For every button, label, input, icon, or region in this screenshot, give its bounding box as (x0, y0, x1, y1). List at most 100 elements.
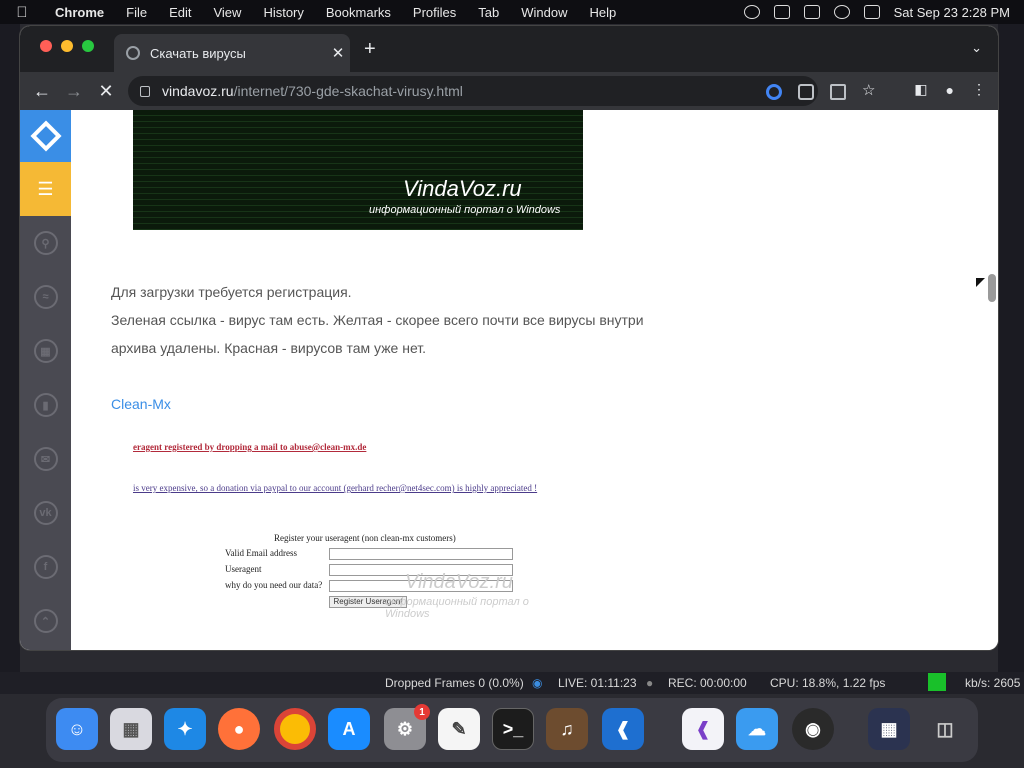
translate-icon[interactable] (798, 84, 814, 100)
share-icon[interactable] (830, 84, 846, 100)
site-sidebar: ☰ ⚲ ≈ ▦ ▮ ✉ vk f ⌃ (20, 110, 71, 650)
clean-mx-link[interactable]: Clean-Mx (111, 396, 171, 412)
toolbar-right: ◧ ● ⋮ (914, 81, 986, 98)
settings-badge: 1 (414, 704, 430, 720)
finder-icon[interactable]: ☺ (56, 708, 98, 750)
paragraph-links-2: архива удалены. Красная - вирусов там уж… (111, 340, 427, 356)
address-bar[interactable]: vindavoz.ru/internet/730-gde-skachat-vir… (128, 76, 818, 106)
stop-loading-button[interactable]: ✕ (90, 81, 122, 102)
obs-cpu: CPU: 18.8%, 1.22 fps (770, 676, 886, 690)
menu-app-name[interactable]: Chrome (44, 5, 115, 20)
page-scrollbar-thumb[interactable] (988, 274, 996, 302)
rec-icon: ● (646, 676, 654, 690)
profile-avatar-icon[interactable]: ● (946, 82, 954, 98)
obs-status-indicator (928, 673, 946, 691)
clean-mx-email-field (329, 548, 513, 560)
sidebar-item-scroll-top[interactable]: ⌃ (20, 594, 71, 648)
sidebar-item-search[interactable]: ⚲ (20, 216, 71, 270)
dock: ☺ ▦ ✦ ● A ⚙ 1 ✎ >_ ♫ ❰ ❰ ☁ ◉ ▦ ◫ (46, 698, 978, 762)
paragraph-links-1: Зеленая ссылка - вирус там есть. Желтая … (111, 312, 644, 328)
menu-tab[interactable]: Tab (467, 5, 510, 20)
browser-toolbar: ← → ✕ vindavoz.ru/internet/730-gde-skach… (20, 72, 998, 110)
app-store-icon[interactable]: A (328, 708, 370, 750)
minimize-window-button[interactable] (61, 40, 73, 52)
menu-bookmarks[interactable]: Bookmarks (315, 5, 402, 20)
clean-mx-donation-line: is very expensive, so a donation via pay… (133, 483, 538, 493)
article-content: VindaVoz.ru информационный портал о Wind… (91, 110, 991, 650)
vscode-icon[interactable]: ❰ (602, 708, 644, 750)
logo-icon (29, 120, 62, 152)
close-window-button[interactable] (40, 40, 52, 52)
google-lens-icon[interactable] (766, 84, 782, 100)
clean-mx-screenshot: eragent registered by dropping a mail to… (133, 430, 573, 620)
obs-status-bar: Dropped Frames 0 (0.0%) ◉ LIVE: 01:11:23… (0, 672, 1024, 694)
clean-mx-label-why: why do you need our data? (225, 580, 323, 590)
clean-mx-label-useragent: Useragent (225, 564, 262, 574)
tab-search-chevron-icon[interactable]: ⌄ (971, 40, 982, 56)
menu-history[interactable]: History (252, 5, 314, 20)
visual-studio-icon[interactable]: ❰ (682, 708, 724, 750)
search-icon: ⚲ (33, 231, 58, 255)
sidebar-item-menu[interactable]: ☰ (20, 162, 71, 216)
apple-menu-icon[interactable]:  (0, 4, 44, 21)
close-tab-icon[interactable]: ✕ (326, 44, 350, 62)
safari-icon[interactable]: ✦ (164, 708, 206, 750)
obs-icon[interactable]: ◉ (792, 708, 834, 750)
obs-rec-time: REC: 00:00:00 (668, 676, 747, 690)
sidebar-item-rss[interactable]: ≈ (20, 270, 71, 324)
system-settings-icon[interactable]: ⚙ 1 (384, 704, 430, 750)
clean-mx-watermark-subtitle: информационный портал о Windows (385, 596, 529, 620)
site-logo[interactable] (20, 110, 71, 162)
new-tab-button[interactable]: + (364, 38, 376, 61)
clean-mx-label-email: Valid Email address (225, 548, 297, 558)
forward-button[interactable]: → (58, 81, 90, 102)
url-path: /internet/730-gde-skachat-virusy.html (233, 83, 463, 99)
sidebar-item-facebook[interactable]: f (20, 540, 71, 594)
menu-file[interactable]: File (115, 5, 158, 20)
menu-bar:  Chrome File Edit View History Bookmark… (0, 0, 1024, 24)
obs-status-icon[interactable] (743, 5, 760, 19)
menu-profiles[interactable]: Profiles (402, 5, 467, 20)
image-watermark-subtitle: информационный портал о Windows (369, 204, 561, 216)
trash-icon[interactable]: ◫ (924, 708, 966, 750)
firefox-icon[interactable]: ● (218, 708, 260, 750)
sidebar-item-mail[interactable]: ✉ (20, 432, 71, 486)
web-page: ☰ ⚲ ≈ ▦ ▮ ✉ vk f ⌃ VindaVoz.ru информаци… (20, 110, 998, 650)
browser-window: Скачать вирусы ✕ + ⌄ ← → ✕ vindavoz.ru/i… (20, 26, 998, 650)
screenshot-icon[interactable]: ▦ (868, 708, 910, 750)
rss-icon: ≈ (33, 285, 58, 309)
sidebar-item-bookmark[interactable]: ▮ (20, 378, 71, 432)
control-center-icon[interactable] (863, 5, 880, 19)
textedit-icon[interactable]: ✎ (438, 708, 480, 750)
battery-icon[interactable] (803, 5, 820, 19)
clean-mx-red-line: eragent registered by dropping a mail to… (133, 442, 367, 452)
menu-help[interactable]: Help (579, 5, 628, 20)
search-icon[interactable] (833, 5, 850, 19)
paragraph-registration: Для загрузки требуется регистрация. (111, 284, 352, 300)
obs-dropped-frames: Dropped Frames 0 (0.0%) (385, 676, 524, 690)
garageband-icon[interactable]: ♫ (546, 708, 588, 750)
tab-title: Скачать вирусы (150, 45, 246, 61)
screen-mirroring-icon[interactable] (773, 5, 790, 19)
address-bar-actions: ☆ (766, 83, 878, 100)
terminal-icon[interactable]: >_ (492, 708, 534, 750)
sidebar-item-sitemap[interactable]: ▦ (20, 324, 71, 378)
chrome-menu-icon[interactable]: ⋮ (972, 81, 986, 98)
site-info-lock-icon[interactable] (140, 85, 150, 97)
bookmark-star-icon[interactable]: ☆ (862, 83, 878, 100)
tab-active[interactable]: Скачать вирусы ✕ (114, 34, 350, 72)
side-panel-icon[interactable]: ◧ (914, 81, 927, 98)
image-watermark-title: VindaVoz.ru (403, 176, 522, 201)
sidebar-item-vk[interactable]: vk (20, 486, 71, 540)
weather-icon[interactable]: ☁ (736, 708, 778, 750)
back-button[interactable]: ← (26, 81, 58, 102)
mouse-cursor-icon (976, 278, 985, 287)
clock[interactable]: Sat Sep 23 2:28 PM (894, 5, 1010, 20)
menu-view[interactable]: View (202, 5, 252, 20)
zoom-window-button[interactable] (82, 40, 94, 52)
chrome-icon[interactable] (274, 708, 316, 750)
mail-icon: ✉ (33, 447, 58, 471)
menu-window[interactable]: Window (510, 5, 578, 20)
launchpad-icon[interactable]: ▦ (110, 708, 152, 750)
menu-edit[interactable]: Edit (158, 5, 202, 20)
